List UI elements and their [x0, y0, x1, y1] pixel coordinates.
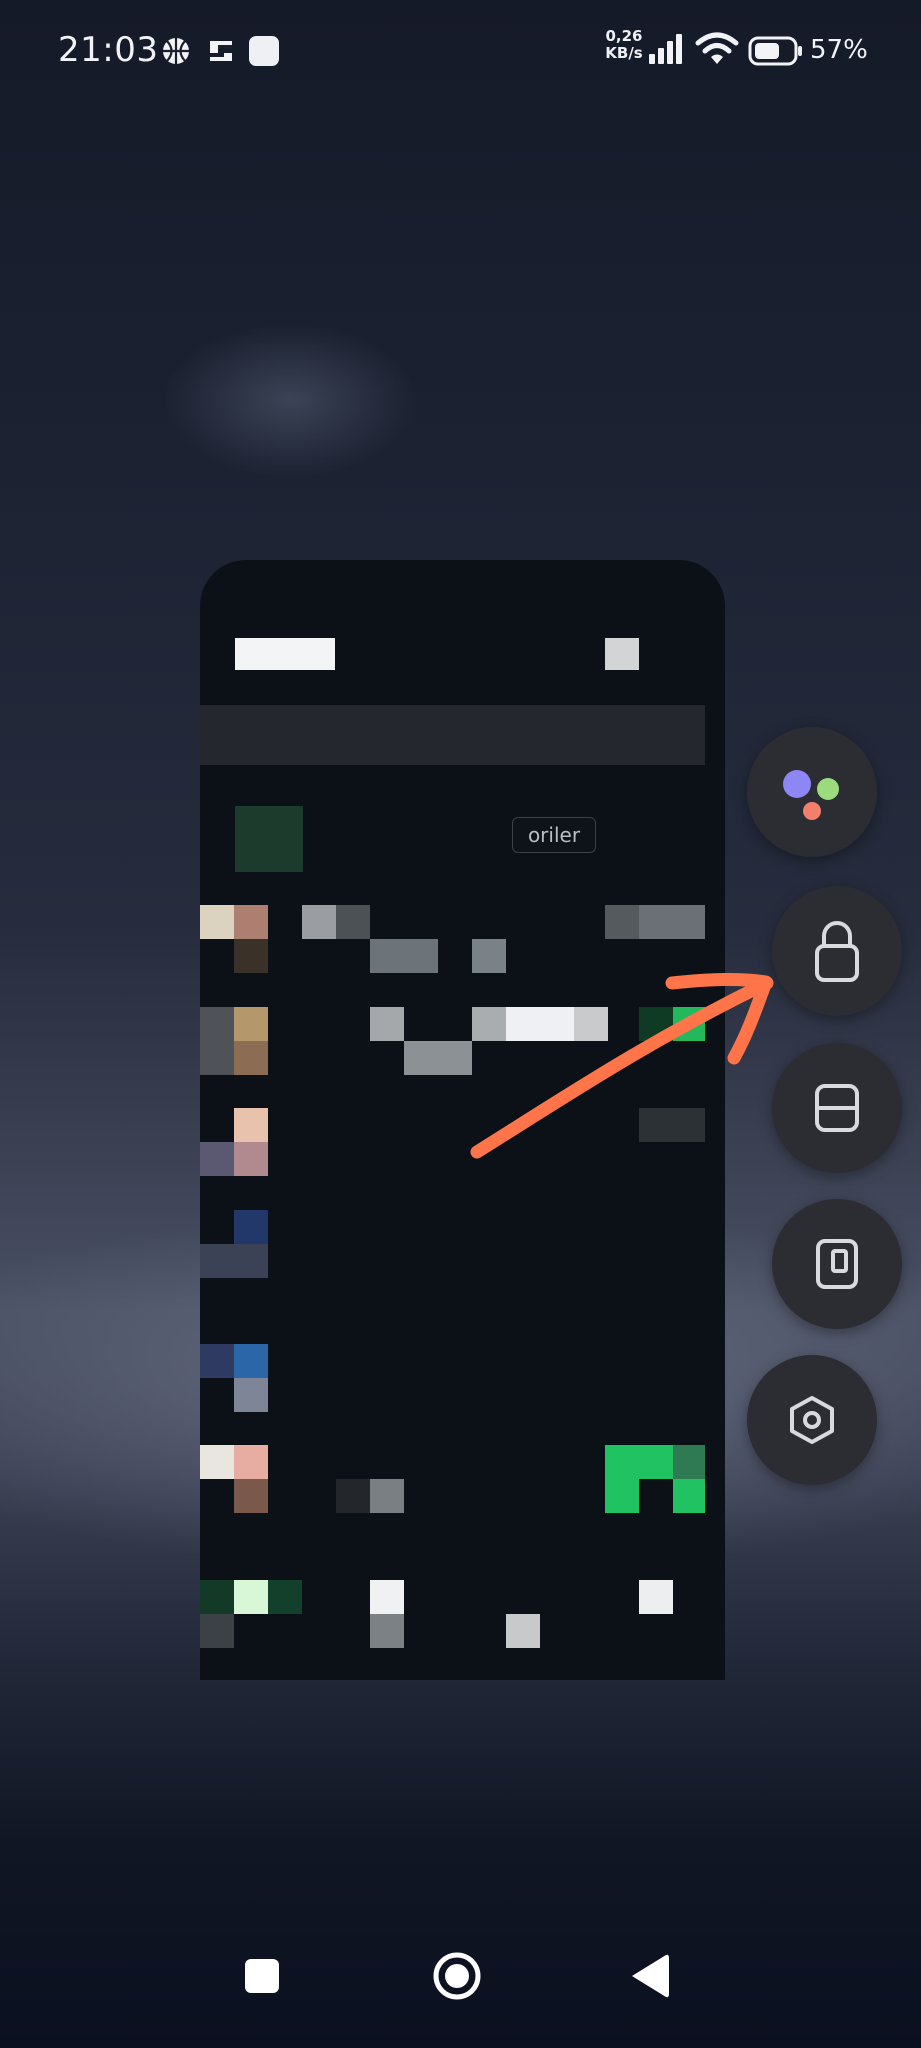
back-button[interactable]	[612, 1938, 692, 2018]
pixel-block	[472, 1007, 506, 1041]
pixel-block	[235, 806, 303, 872]
clock-time: 21:03	[58, 30, 159, 70]
pixel-block	[268, 1580, 302, 1614]
pixel-block	[472, 939, 506, 973]
pixel-block	[370, 939, 438, 973]
pixel-block	[370, 1614, 404, 1648]
pixel-block	[200, 1142, 234, 1176]
split-screen-button[interactable]	[772, 1043, 902, 1173]
wifi-icon	[695, 32, 739, 64]
cellular-signal-icon	[649, 34, 682, 64]
pixel-block	[234, 1580, 268, 1614]
lock-app-button[interactable]	[772, 886, 902, 1016]
pixel-block	[234, 1210, 268, 1244]
floating-window-button[interactable]	[772, 1199, 902, 1329]
home-button[interactable]	[417, 1938, 497, 2018]
pixel-block	[200, 905, 234, 939]
card-header-bar	[200, 705, 705, 765]
hexagon-settings-icon	[790, 1396, 834, 1444]
pixel-block	[234, 1108, 268, 1142]
pixel-block	[302, 905, 336, 939]
pixel-block	[200, 1007, 234, 1075]
network-speed-value: 0,26	[605, 27, 643, 45]
pixel-block	[506, 1007, 574, 1041]
pixel-block	[370, 1007, 404, 1041]
pixel-block	[639, 905, 705, 939]
recent-app-card[interactable]: oriler	[200, 560, 725, 1680]
pixel-block	[639, 1007, 673, 1041]
pixel-block	[234, 1142, 268, 1176]
app-notification-icon	[210, 41, 232, 61]
pixel-block	[234, 905, 268, 939]
pixel-block	[404, 1041, 472, 1075]
navigation-bar	[0, 1930, 921, 2048]
pixel-block	[200, 1244, 268, 1278]
back-triangle-icon	[632, 1954, 669, 1998]
basketball-icon	[163, 38, 189, 64]
pixel-block	[605, 1479, 639, 1513]
pixel-block	[605, 905, 639, 939]
pixel-block	[200, 1344, 234, 1378]
pixel-block	[235, 638, 335, 670]
battery-percentage: 57%	[810, 35, 868, 65]
app-settings-button[interactable]	[747, 1355, 877, 1485]
pixel-block	[673, 1445, 705, 1479]
pixel-block	[673, 1007, 705, 1041]
app-square-icon	[249, 36, 279, 66]
pixel-block	[639, 1108, 705, 1142]
pixel-block	[673, 1479, 705, 1513]
pixel-block	[370, 1580, 404, 1614]
status-bar: 21:03 0,26 KB/s 57%	[0, 0, 921, 104]
lock-icon	[815, 921, 859, 982]
battery-icon	[748, 36, 802, 66]
pixel-block	[336, 905, 370, 939]
assistant-button[interactable]	[747, 727, 877, 857]
pixel-block	[234, 1007, 268, 1041]
split-screen-icon	[815, 1084, 859, 1132]
recents-button[interactable]	[222, 1938, 302, 2018]
pixel-block	[234, 1378, 268, 1412]
floating-window-icon	[816, 1239, 858, 1289]
pixel-block	[605, 638, 639, 670]
home-circle-icon	[433, 1952, 481, 2000]
recents-square-icon	[245, 1959, 279, 1993]
pixel-block	[336, 1479, 370, 1513]
pixel-block	[234, 1445, 268, 1479]
pixel-block	[605, 1445, 673, 1479]
pixel-block	[639, 1580, 673, 1614]
pixel-block	[234, 1479, 268, 1513]
pixel-block	[200, 1445, 234, 1479]
pixel-block	[200, 1580, 234, 1614]
network-speed-unit: KB/s	[605, 44, 643, 62]
pixel-block	[574, 1007, 608, 1041]
card-visible-text: oriler	[512, 817, 596, 853]
pixel-block	[234, 1041, 268, 1075]
pixel-block	[370, 1479, 404, 1513]
pixel-block	[506, 1614, 540, 1648]
pixel-block	[234, 939, 268, 973]
network-speed: 0,26 KB/s	[604, 28, 644, 62]
assistant-dots-icon	[783, 770, 839, 820]
pixel-block	[234, 1344, 268, 1378]
pixel-block	[200, 1614, 234, 1648]
